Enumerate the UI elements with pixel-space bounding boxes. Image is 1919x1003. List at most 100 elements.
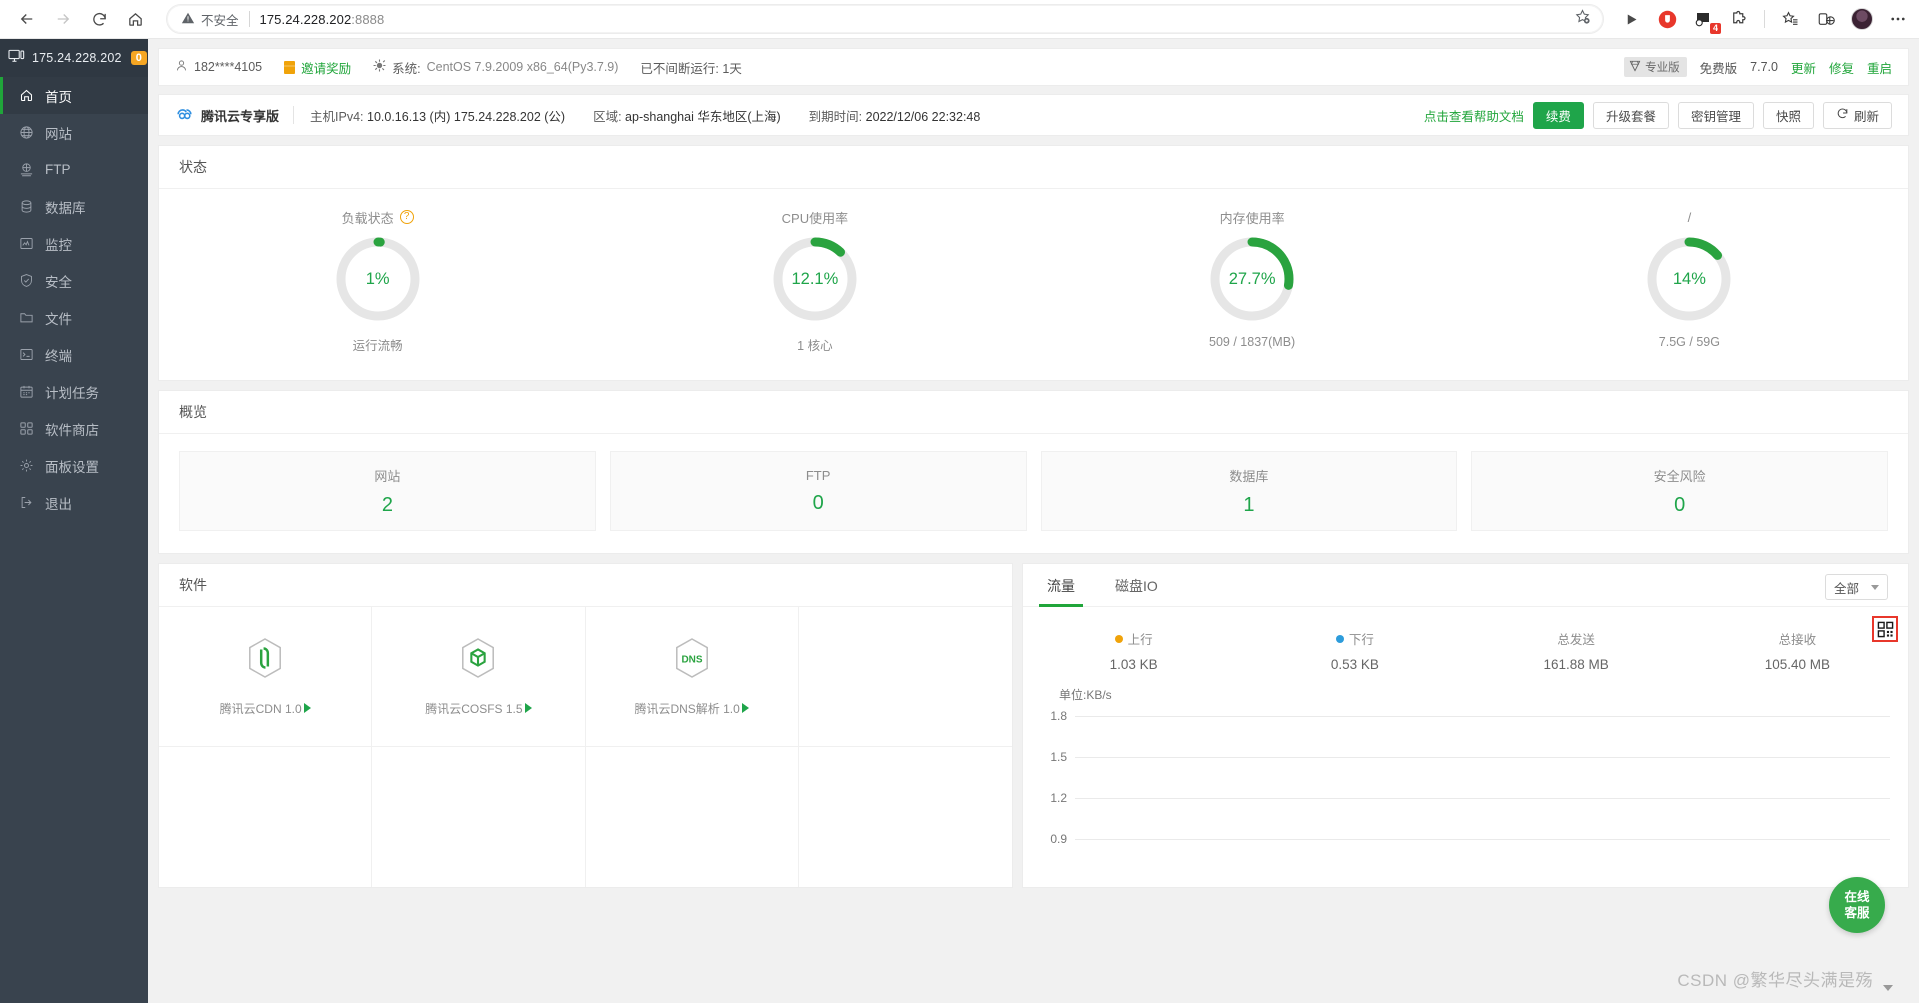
overview-card-security-risk[interactable]: 安全风险 0 bbox=[1471, 451, 1888, 531]
ipv4-label: 主机IPv4: bbox=[310, 109, 364, 124]
sidebar-item-website[interactable]: 网站 bbox=[0, 114, 148, 151]
sidebar-item-settings[interactable]: 面板设置 bbox=[0, 447, 148, 484]
sidebar-item-home[interactable]: 首页 bbox=[0, 77, 148, 114]
chart-gridline bbox=[1075, 838, 1890, 840]
panel-version: 7.7.0 bbox=[1750, 60, 1778, 74]
gift-icon bbox=[284, 60, 296, 74]
traffic-filter-select[interactable]: 全部 bbox=[1824, 574, 1888, 600]
help-icon[interactable]: ? bbox=[399, 210, 414, 224]
sidebar-item-label: 文件 bbox=[45, 311, 72, 327]
gauge-sub: 1 核心 bbox=[797, 339, 833, 353]
split-screen-icon[interactable] bbox=[1815, 8, 1837, 30]
globe-icon bbox=[18, 125, 34, 141]
play-triangle-icon[interactable] bbox=[524, 703, 532, 713]
sidebar-item-cron[interactable]: 计划任务 bbox=[0, 373, 148, 410]
gauge-title-row: / bbox=[1688, 209, 1692, 225]
sidebar-item-appstore[interactable]: 软件商店 bbox=[0, 410, 148, 447]
tab-traffic[interactable]: 流量 bbox=[1039, 576, 1083, 607]
address-bar[interactable]: 不安全 175.24.228.202:8888 bbox=[166, 4, 1604, 34]
repair-button[interactable]: 修复 bbox=[1829, 58, 1854, 77]
collections-icon[interactable] bbox=[1779, 8, 1801, 30]
bookmark-area[interactable] bbox=[1574, 8, 1591, 30]
snapshot-button[interactable]: 快照 bbox=[1762, 101, 1814, 129]
url-host: 175.24.228.202 bbox=[259, 11, 352, 27]
online-customer-service-button[interactable]: 在线 客服 bbox=[1829, 877, 1885, 933]
play-triangle-icon[interactable] bbox=[741, 703, 749, 713]
invite-reward[interactable]: 邀请奖励 bbox=[284, 58, 351, 77]
gauge-title: / bbox=[1687, 209, 1692, 225]
cs-line-2: 客服 bbox=[1844, 906, 1870, 920]
sidebar-item-security[interactable]: 安全 bbox=[0, 262, 148, 299]
gauge-title-row: 内存使用率 bbox=[1220, 209, 1285, 226]
overview-card-database[interactable]: 数据库 1 bbox=[1040, 451, 1458, 531]
traffic-stat-label-row: 上行 bbox=[1114, 629, 1153, 648]
sidebar-item-terminal[interactable]: 终端 bbox=[0, 336, 148, 373]
chart-gridline-row: 0.9 bbox=[1041, 832, 1890, 846]
gauge-sub: 509 / 1837(MB) bbox=[1209, 335, 1296, 349]
sidebar-item-label: 安全 bbox=[45, 274, 72, 290]
profile-avatar[interactable] bbox=[1851, 8, 1873, 30]
back-arrow-icon[interactable] bbox=[10, 2, 44, 36]
browser-toolbar: 不安全 175.24.228.202:8888 4 bbox=[0, 0, 1919, 39]
overview-card-value: 2 bbox=[381, 493, 393, 516]
chevron-down-icon bbox=[1871, 584, 1879, 590]
help-doc-link[interactable]: 点击查看帮助文档 bbox=[1424, 106, 1524, 125]
cloud-brand: 腾讯云专享版 bbox=[175, 104, 293, 126]
software-item-cosfs[interactable]: 腾讯云COSFS 1.5 bbox=[372, 607, 586, 747]
sidebar-notification-badge[interactable]: 0 bbox=[130, 51, 147, 65]
tab-disk-io[interactable]: 磁盘IO bbox=[1111, 576, 1162, 606]
software-item-cdn[interactable]: 腾讯云CDN 1.0 bbox=[159, 607, 373, 747]
traffic-stat-value: 0.53 KB bbox=[1330, 657, 1379, 672]
more-options-icon[interactable] bbox=[1887, 8, 1909, 30]
software-cell-empty bbox=[372, 747, 586, 887]
software-panel: 软件 腾讯云CDN 1.0 腾讯云COSFS 1.5 DNS 腾讯云DNS解析 … bbox=[158, 563, 1013, 888]
system-info: 系统: CentOS 7.9.2009 x86_64(Py3.7.9) bbox=[373, 58, 618, 77]
upgrade-plan-button[interactable]: 升级套餐 bbox=[1592, 101, 1669, 129]
scroll-down-caret-icon[interactable] bbox=[1883, 985, 1893, 991]
software-item-name: 腾讯云DNS解析 1.0 bbox=[634, 701, 740, 716]
overview-card-ftp[interactable]: FTP 0 bbox=[609, 451, 1027, 531]
reload-icon[interactable] bbox=[82, 2, 116, 36]
traffic-stat-label: 总发送 bbox=[1557, 633, 1595, 647]
browser-toolbar-icons: 4 bbox=[1616, 8, 1909, 34]
qr-code-icon[interactable] bbox=[1872, 616, 1898, 642]
gauge-title: 负载状态 bbox=[341, 210, 394, 226]
region-value: ap-shanghai 华东地区(上海) bbox=[625, 109, 781, 124]
sidebar-item-label: 网站 bbox=[45, 126, 72, 142]
sidebar-item-logout[interactable]: 退出 bbox=[0, 484, 148, 521]
download-legend-dot bbox=[1335, 634, 1344, 643]
play-icon[interactable] bbox=[1620, 8, 1642, 30]
sidebar-item-label: 计划任务 bbox=[45, 385, 99, 401]
sidebar-item-monitor[interactable]: 监控 bbox=[0, 225, 148, 262]
forward-arrow-icon[interactable] bbox=[46, 2, 80, 36]
software-item-dns[interactable]: DNS 腾讯云DNS解析 1.0 bbox=[585, 607, 799, 747]
restart-button[interactable]: 重启 bbox=[1867, 58, 1892, 77]
home-icon[interactable] bbox=[118, 2, 152, 36]
folder-icon bbox=[18, 310, 34, 326]
pro-badge[interactable]: 专业版 bbox=[1624, 57, 1687, 77]
sidebar-item-database[interactable]: 数据库 bbox=[0, 188, 148, 225]
gauge-ring: 12.1% bbox=[771, 235, 859, 323]
software-item-name-row: 腾讯云CDN 1.0 bbox=[220, 700, 311, 717]
key-management-button[interactable]: 密钥管理 bbox=[1677, 101, 1754, 129]
security-warning[interactable]: 不安全 bbox=[181, 10, 239, 29]
puzzle-extension-icon[interactable] bbox=[1728, 8, 1750, 30]
gauge-disk-root: / 14% 7.5G / 59G bbox=[1471, 209, 1908, 354]
gauge-ring: 27.7% bbox=[1208, 235, 1296, 323]
extension-count-icon[interactable]: 4 bbox=[1692, 8, 1721, 34]
extension-badge: 4 bbox=[1709, 23, 1721, 34]
renew-button[interactable]: 续费 bbox=[1532, 101, 1584, 129]
software-panel-title: 软件 bbox=[159, 564, 1012, 607]
sidebar-item-ftp[interactable]: FTP bbox=[0, 151, 148, 188]
cloud-info-bar: 腾讯云专享版 主机IPv4: 10.0.16.13 (内) 175.24.228… bbox=[158, 94, 1909, 136]
refresh-button[interactable]: 刷新 bbox=[1822, 101, 1892, 129]
add-bookmark-star-icon[interactable] bbox=[1574, 8, 1591, 30]
system-icon bbox=[373, 59, 386, 75]
play-triangle-icon[interactable] bbox=[303, 703, 311, 713]
sidebar-server-header[interactable]: 175.24.228.202 0 bbox=[0, 39, 148, 77]
opera-vpn-icon[interactable] bbox=[1656, 8, 1678, 30]
sidebar-item-files[interactable]: 文件 bbox=[0, 299, 148, 336]
overview-card-website[interactable]: 网站 2 bbox=[179, 451, 596, 531]
upload-legend-dot bbox=[1114, 634, 1123, 643]
update-button[interactable]: 更新 bbox=[1791, 58, 1816, 77]
